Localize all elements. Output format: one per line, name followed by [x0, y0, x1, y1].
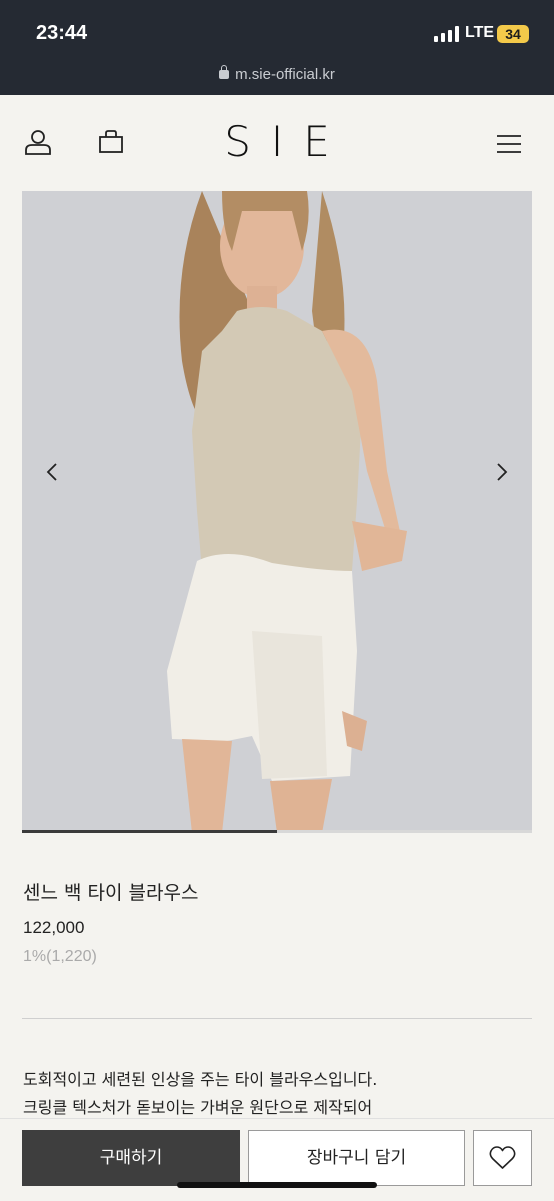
address-bar[interactable]: m.sie-official.kr: [0, 65, 554, 83]
gallery-progress: [22, 830, 532, 833]
model-photo: [22, 191, 532, 833]
add-to-cart-button[interactable]: 장바구니 담기: [248, 1130, 465, 1186]
product-name: 센느 백 타이 블라우스: [23, 882, 199, 904]
signal-icon: [434, 26, 459, 42]
product-points: 1%(1,220): [23, 948, 97, 965]
lock-icon: [219, 65, 230, 79]
chevron-right-icon[interactable]: [482, 452, 522, 492]
gallery-progress-fill: [22, 830, 277, 833]
wishlist-button[interactable]: [473, 1130, 532, 1186]
network-label: LTE: [465, 24, 495, 41]
product-price: 122,000: [23, 918, 85, 937]
chevron-left-icon[interactable]: [32, 452, 72, 492]
status-time: 23:44: [36, 22, 88, 44]
home-indicator: [177, 1182, 377, 1188]
product-description: 도회적이고 세련된 인상을 주는 타이 블라우스입니다. 크링클 텍스처가 돋보…: [23, 1066, 377, 1122]
site-logo[interactable]: SIE: [0, 117, 554, 166]
status-bar: 23:44 LTE 34 m.sie-official.kr: [0, 0, 554, 95]
menu-icon[interactable]: [496, 134, 522, 154]
product-image[interactable]: [22, 191, 532, 833]
divider: [22, 1018, 532, 1019]
battery-icon: 34: [497, 25, 529, 43]
url-text: m.sie-official.kr: [235, 66, 335, 83]
heart-icon: [489, 1146, 516, 1169]
buy-button[interactable]: 구매하기: [22, 1130, 240, 1186]
description-line: 도회적이고 세련된 인상을 주는 타이 블라우스입니다.: [23, 1070, 378, 1089]
